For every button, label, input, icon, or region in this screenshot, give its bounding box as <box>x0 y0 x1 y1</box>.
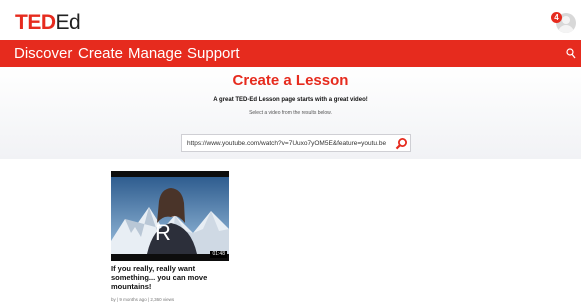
nav-item-support[interactable]: Support <box>187 45 240 62</box>
video-duration: 01:48 <box>210 251 227 258</box>
video-thumbnail[interactable]: R 01:48 <box>111 171 229 261</box>
logo-ed: Ed <box>55 11 81 34</box>
video-url-search <box>181 134 411 152</box>
avatar-shoulders <box>558 25 574 33</box>
video-result-card[interactable]: R 01:48 If you really, really want somet… <box>111 171 229 303</box>
video-title[interactable]: If you really, really want something... … <box>111 264 231 291</box>
page-subtitle: A great TED-Ed Lesson page starts with a… <box>213 97 368 103</box>
main-nav: Discover Create Manage Support <box>0 40 581 67</box>
instruction-text: Select a video from the results below. <box>249 110 332 116</box>
url-search-icon[interactable] <box>395 137 408 150</box>
notification-badge[interactable]: 4 <box>551 12 562 23</box>
video-meta: by | 9 months ago | 2,360 views <box>111 297 175 302</box>
ted-ed-logo[interactable]: TEDEd <box>15 11 81 35</box>
video-url-input[interactable] <box>187 137 392 149</box>
avatar-head <box>562 16 570 24</box>
logo-ted: TED <box>15 11 56 34</box>
top-header: TEDEd 4 <box>0 0 581 40</box>
thumbnail-image <box>111 171 229 261</box>
search-icon[interactable] <box>566 47 576 59</box>
nav-item-manage[interactable]: Manage <box>128 45 182 62</box>
thumbnail-overlay-letter: R <box>155 220 171 245</box>
nav-item-create[interactable]: Create <box>78 45 123 62</box>
nav-item-discover[interactable]: Discover <box>14 45 72 62</box>
page-title: Create a Lesson <box>232 72 349 89</box>
